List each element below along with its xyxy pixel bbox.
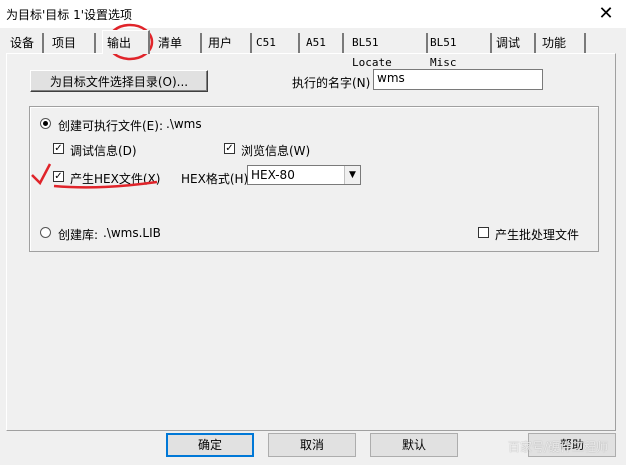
defaults-button[interactable]: 默认 [370, 433, 458, 457]
annotation-checkmark [31, 163, 52, 186]
ok-button[interactable]: 确定 [166, 433, 254, 457]
cancel-button[interactable]: 取消 [268, 433, 356, 457]
watermark-text: 百家号/硬件工程师 [508, 440, 609, 454]
annotation-underline [53, 180, 158, 189]
tab-output[interactable]: 输出 [102, 30, 150, 54]
red-annotations [31, 23, 158, 189]
